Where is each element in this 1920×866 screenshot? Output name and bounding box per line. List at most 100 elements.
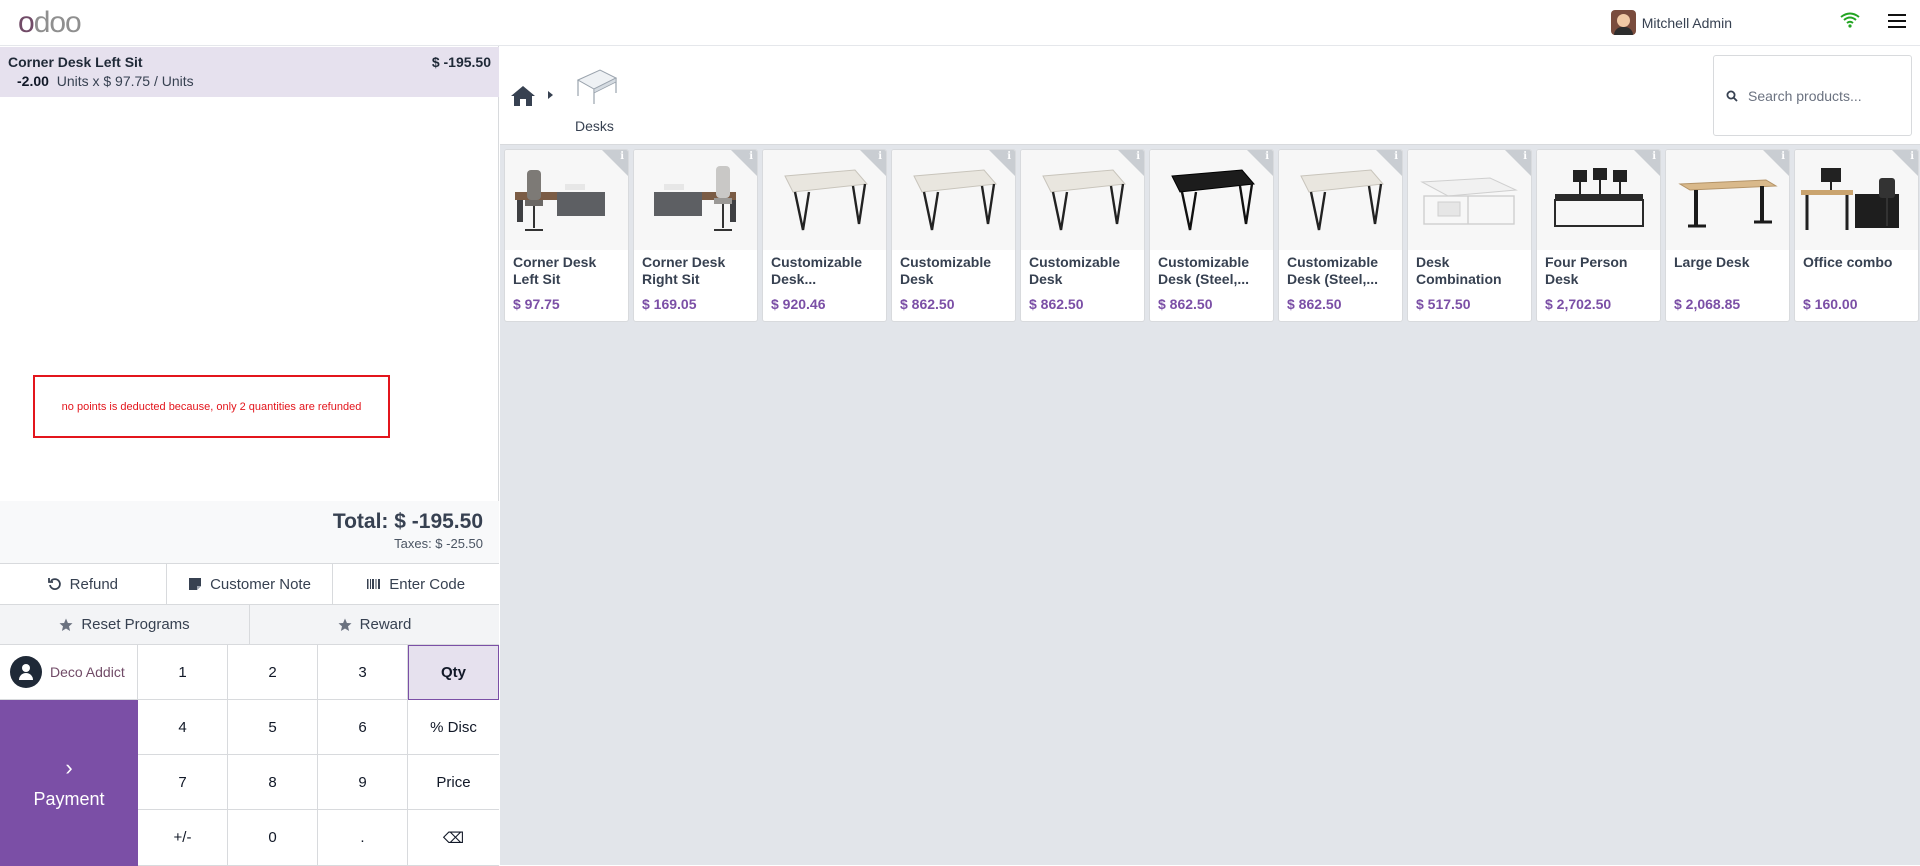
customer-name: Deco Addict — [50, 664, 125, 680]
product-price: $ 160.00 — [1803, 296, 1858, 312]
product-info-icon[interactable] — [1634, 150, 1660, 176]
product-image: i — [1408, 150, 1531, 250]
numpad-key-disc[interactable]: % Disc — [408, 700, 499, 755]
wifi-icon[interactable] — [1840, 12, 1860, 28]
product-info-icon[interactable] — [602, 150, 628, 176]
product-info-icon[interactable] — [1247, 150, 1273, 176]
product-card[interactable]: i Customizable Desk... $ 920.46 — [762, 149, 887, 322]
note-icon — [189, 578, 202, 590]
product-price: $ 97.75 — [513, 296, 560, 312]
product-price: $ 2,068.85 — [1674, 296, 1741, 312]
order-line-price: $ -195.50 — [431, 54, 491, 70]
barcode-icon — [367, 579, 381, 589]
order-line-selected[interactable]: Corner Desk Left Sit $ -195.50 -2.00 Uni… — [0, 47, 499, 97]
numpad-key-3[interactable]: 3 — [318, 645, 408, 700]
numpad-area: Deco Addict › Payment 1 2 3 Qty 4 5 6 % … — [0, 644, 499, 866]
product-info-icon[interactable] — [860, 150, 886, 176]
customer-note-button[interactable]: Customer Note — [166, 564, 334, 604]
product-info-icon[interactable] — [731, 150, 757, 176]
product-price: $ 862.50 — [1158, 296, 1213, 312]
user-menu[interactable]: Mitchell Admin — [1610, 10, 1732, 35]
order-line-detail: -2.00 Units x $ 97.75 / Units — [8, 73, 491, 89]
product-info-icon[interactable] — [1505, 150, 1531, 176]
numpad-key-5[interactable]: 5 — [228, 700, 318, 755]
product-image: i — [634, 150, 757, 250]
numpad-key-decimal[interactable]: . — [318, 810, 408, 866]
menu-icon[interactable] — [1888, 14, 1906, 28]
search-input[interactable] — [1748, 87, 1898, 104]
product-info-icon[interactable] — [1763, 150, 1789, 176]
product-card[interactable]: i Desk Combination $ 517.50 — [1407, 149, 1532, 322]
product-card[interactable]: i Customizable Desk (Steel,... $ 862.50 — [1149, 149, 1274, 322]
order-line-name: Corner Desk Left Sit — [8, 54, 143, 70]
info-icon[interactable]: i — [1394, 151, 1398, 162]
product-info-icon[interactable] — [1118, 150, 1144, 176]
numpad-key-2[interactable]: 2 — [228, 645, 318, 700]
numpad-key-qty[interactable]: Qty — [408, 645, 499, 700]
numpad-key-1[interactable]: 1 — [138, 645, 228, 700]
home-icon[interactable] — [510, 84, 536, 108]
info-icon[interactable]: i — [1007, 151, 1011, 162]
search-box[interactable] — [1713, 55, 1912, 136]
search-icon — [1726, 90, 1738, 102]
info-icon[interactable]: i — [1136, 151, 1140, 162]
product-info-icon[interactable] — [1376, 150, 1402, 176]
info-icon[interactable]: i — [878, 151, 882, 162]
product-card[interactable]: i Corner Desk Right Sit $ 169.05 — [633, 149, 758, 322]
numpad-key-0[interactable]: 0 — [228, 810, 318, 866]
category-label[interactable]: Desks — [575, 118, 614, 134]
info-icon[interactable]: i — [1265, 151, 1269, 162]
product-grid: i Corner Desk Left Sit $ 97.75 i Corner Desk… — [504, 149, 1919, 322]
product-name: Desk Combination — [1416, 254, 1502, 287]
product-image: i — [1021, 150, 1144, 250]
product-price: $ 862.50 — [1287, 296, 1342, 312]
desk-category-icon[interactable] — [574, 66, 618, 106]
product-price: $ 2,702.50 — [1545, 296, 1612, 312]
product-card[interactable]: i Customizable Desk (Steel,... $ 862.50 — [1278, 149, 1403, 322]
product-price: $ 862.50 — [1029, 296, 1084, 312]
product-image: i — [1279, 150, 1402, 250]
star-icon — [59, 618, 73, 631]
product-name: Customizable Desk... — [771, 254, 863, 287]
product-info-icon[interactable] — [1892, 150, 1918, 176]
user-name: Mitchell Admin — [1641, 14, 1732, 31]
product-card[interactable]: i Large Desk $ 2,068.85 — [1665, 149, 1790, 322]
payment-button[interactable]: › Payment — [0, 700, 138, 866]
annotation-note: no points is deducted because, only 2 qu… — [33, 375, 390, 438]
numpad-key-4[interactable]: 4 — [138, 700, 228, 755]
product-card[interactable]: i Four Person Desk $ 2,702.50 — [1536, 149, 1661, 322]
info-icon[interactable]: i — [1781, 151, 1785, 162]
user-avatar — [1610, 10, 1636, 35]
payment-label: Payment — [33, 788, 105, 809]
product-name: Large Desk — [1674, 254, 1750, 270]
product-price: $ 517.50 — [1416, 296, 1471, 312]
info-icon[interactable]: i — [1523, 151, 1527, 162]
numpad-key-7[interactable]: 7 — [138, 755, 228, 810]
product-card[interactable]: i Customizable Desk (Custom,... $ 862.50 — [891, 149, 1016, 322]
numpad-key-backspace[interactable]: ⌫ — [408, 810, 499, 866]
customer-button[interactable]: Deco Addict — [0, 645, 138, 700]
product-card[interactable]: i Office combo $ 160.00 — [1794, 149, 1919, 322]
reward-button[interactable]: Reward — [250, 605, 499, 644]
numpad: 1 2 3 Qty 4 5 6 % Disc 7 8 9 Price +/- 0… — [138, 645, 499, 866]
numpad-key-price[interactable]: Price — [408, 755, 499, 810]
enter-code-button[interactable]: Enter Code — [333, 564, 500, 604]
numpad-key-9[interactable]: 9 — [318, 755, 408, 810]
product-price: $ 169.05 — [642, 296, 697, 312]
reset-programs-label: Reset Programs — [81, 616, 190, 633]
product-card[interactable]: i Corner Desk Left Sit $ 97.75 — [504, 149, 629, 322]
refund-button[interactable]: Refund — [0, 564, 167, 604]
info-icon[interactable]: i — [1652, 151, 1656, 162]
product-name: Office combo — [1803, 254, 1893, 270]
info-icon[interactable]: i — [1910, 151, 1914, 162]
odoo-logo[interactable]: odoo — [18, 8, 82, 38]
numpad-key-plus-minus[interactable]: +/- — [138, 810, 228, 866]
product-image: i — [1795, 150, 1918, 250]
numpad-key-6[interactable]: 6 — [318, 700, 408, 755]
product-card[interactable]: i Customizable Desk (Custom,... $ 862.50 — [1020, 149, 1145, 322]
info-icon[interactable]: i — [620, 151, 624, 162]
reset-programs-button[interactable]: Reset Programs — [0, 605, 250, 644]
info-icon[interactable]: i — [749, 151, 753, 162]
product-info-icon[interactable] — [989, 150, 1015, 176]
numpad-key-8[interactable]: 8 — [228, 755, 318, 810]
